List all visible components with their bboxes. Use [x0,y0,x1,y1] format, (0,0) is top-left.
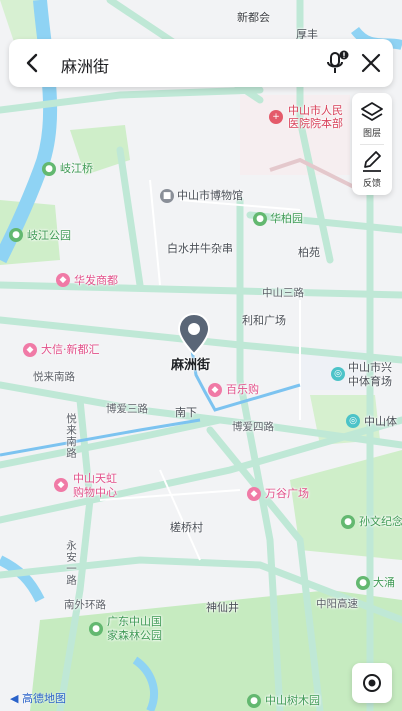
map-label: 槎桥村 [170,521,203,534]
road-label: 中阳高速 [316,598,358,610]
close-button[interactable] [357,49,385,77]
map-label: 购物中心 [73,486,117,499]
park-icon: ● [356,576,370,590]
feedback-label: 反馈 [362,179,381,189]
road-label: 博爱三路 [106,403,148,415]
museum-icon: ■ [160,189,174,203]
map-tools-panel: 图层 反馈 [352,93,392,195]
microphone-icon [327,50,349,73]
hospital-icon: + [269,110,283,124]
map-label: 柏苑 [298,246,320,259]
park-icon: ● [247,694,261,708]
map-label: 岐江公园 [27,229,71,242]
map-label: 华发商都 [74,274,118,287]
map-label: 孙文纪念 [359,515,402,528]
map-label: 中山天虹 [73,472,117,485]
park-icon: ● [42,162,56,176]
map-label: 中山树木园 [265,694,320,707]
map-label-museum: 中山市博物馆 [177,189,243,202]
map-label: 白水井牛杂串 [167,242,233,255]
park-icon: ● [89,622,103,636]
road-label: 南外环路 [64,599,106,611]
map-label: 神仙井 [206,601,239,614]
map-label: 大信·新都汇 [41,343,100,356]
layers-icon [361,102,383,121]
amap-logo: ◀ 高德地图 [10,690,66,706]
logo-text: 高德地图 [21,692,66,705]
layers-label: 图层 [362,129,381,139]
locate-me-button[interactable] [352,663,392,703]
stadium-icon: ◎ [346,414,360,428]
shopping-icon: ◆ [56,273,70,287]
road-label: 中山三路 [262,287,304,299]
park-icon: ● [9,228,23,242]
shopping-icon: ◆ [247,487,261,501]
chevron-left-icon [26,53,38,73]
map-label: 新都会 [237,11,270,24]
map-label: 中山体 [364,415,397,428]
map-label: 大涌 [373,576,395,589]
location-marker-icon[interactable] [176,312,212,356]
road-label: 博爱四路 [232,421,274,433]
map-label: 利和广场 [242,314,286,327]
garden-icon: ● [253,212,267,226]
map-label: 中山市兴 [348,361,392,374]
shopping-icon: ◆ [23,343,37,357]
map-label: 广东中山国 [107,615,162,628]
road-label: 悦来南路 [33,371,75,383]
shopping-icon: ◆ [54,478,68,492]
marker-label: 麻洲街 [171,358,211,373]
map-label: 华柏园 [270,212,303,225]
map-label: 家森林公园 [107,629,162,642]
road-label: 悦来南路 [65,413,77,459]
park-icon: ● [341,515,355,529]
map-label: 南下 [175,406,197,419]
feedback-button[interactable]: 反馈 [352,145,392,195]
back-button[interactable] [17,47,49,79]
layers-button[interactable]: 图层 [352,93,392,143]
logo-arrow-icon: ◀ [10,692,19,705]
map-label: 万谷广场 [265,487,309,500]
road-label: 永安一路 [65,540,77,586]
search-bar: 麻洲街 [9,39,393,87]
edit-icon [363,151,381,172]
search-query[interactable]: 麻洲街 [61,53,109,77]
shopping-icon: ◆ [208,383,222,397]
map-label: 中体育场 [348,375,392,388]
map-label: 百乐购 [226,383,259,396]
map-label: 岐江桥 [60,162,93,175]
voice-search-button[interactable] [323,49,351,77]
stadium-icon: ◎ [331,367,345,381]
map-label-hospital: 中山市人民医院院本部 [288,104,343,130]
target-icon [363,674,381,692]
close-icon [361,53,381,73]
